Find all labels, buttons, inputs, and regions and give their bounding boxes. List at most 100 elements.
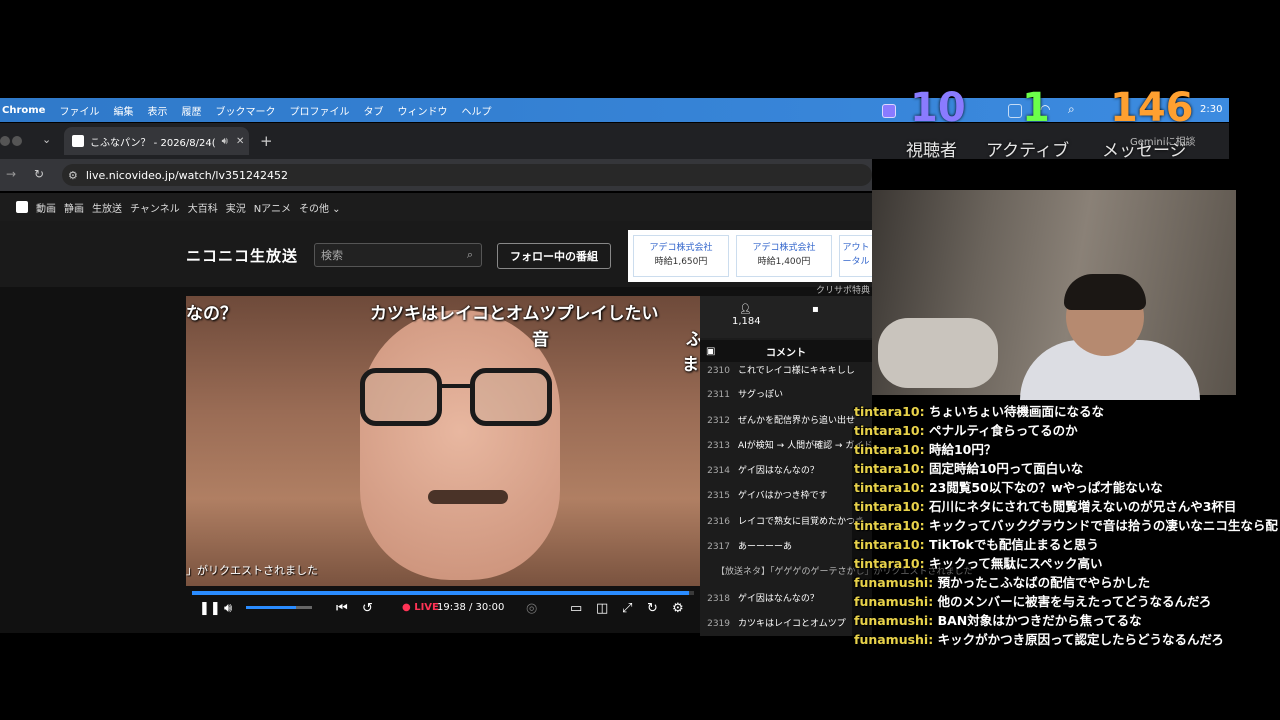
rewind-icon[interactable]: ↺	[362, 601, 373, 616]
site-info-icon[interactable]: ⚙︎	[68, 169, 78, 182]
battery-icon[interactable]	[1008, 104, 1022, 118]
active-count: 1	[1022, 85, 1050, 131]
comment-row[interactable]: 2310 これでレイコ様にキキキしし	[700, 363, 872, 376]
bookmark-item[interactable]: 動画	[36, 200, 56, 215]
comment-row[interactable]: 2316 レイコで熟女に目覚めたかつき	[700, 514, 872, 527]
search-icon[interactable]: ⌕	[467, 248, 473, 262]
ad-company: アデコ株式会社	[649, 243, 713, 253]
comment-toggle-icon[interactable]: ▭	[570, 601, 582, 616]
comment-no: 2312	[707, 416, 730, 426]
chat-message: tintara10: 時給10円？	[854, 442, 997, 457]
fullscreen-icon[interactable]: ⤢	[622, 601, 632, 616]
gemini-button[interactable]: Geminiに相談	[1130, 133, 1196, 148]
close-tab-icon[interactable]: ✕	[236, 136, 244, 147]
chat-message: tintara10: 石川にネタにされても閲覧増えないのが兄さんや3杯目	[854, 499, 1237, 514]
bookmark-item[interactable]: Nアニメ	[254, 200, 291, 215]
comment-panel-icon[interactable]: ▣	[706, 346, 715, 357]
chat-text: 時給10円？	[928, 442, 997, 457]
follow-programs-button[interactable]: フォロー中の番組	[497, 243, 611, 269]
chat-message: funamushi: 他のメンバーに被害を与えたってどうなるんだろ	[854, 594, 1212, 609]
bookmark-item[interactable]: 静画	[64, 200, 84, 215]
pause-icon[interactable]: ❚❚	[199, 601, 221, 616]
chat-text: TikTokでも配信止まると思う	[928, 537, 1099, 552]
window-control[interactable]	[0, 136, 10, 146]
chat-message: tintara10: ペナルティ食らってるのか	[854, 423, 1078, 438]
comment-no: 2315	[707, 491, 730, 501]
menu-tab[interactable]: タブ	[363, 103, 383, 118]
chat-text: 石川にネタにされても閲覧増えないのが兄さんや3杯目	[928, 499, 1237, 514]
skip-back-icon[interactable]: ⏮︎	[336, 601, 348, 616]
reload-icon[interactable]: ↻	[34, 167, 44, 181]
menu-bookmarks[interactable]: ブックマーク	[215, 103, 275, 118]
search-icon[interactable]: ⌕	[1068, 102, 1075, 117]
ad-company: アウト	[842, 243, 870, 253]
webcam-person-hair	[1064, 274, 1146, 310]
comment-row[interactable]: 2319 カツキはレイコとオムツプ	[700, 616, 872, 629]
forward-icon[interactable]: →	[6, 167, 16, 181]
comment-row[interactable]: 2312 ぜんかを配信界から追い出せ	[700, 413, 872, 426]
menu-app[interactable]: Chrome	[2, 105, 45, 116]
bookmark-item[interactable]: 大百科	[188, 200, 218, 215]
seek-bar[interactable]	[192, 591, 694, 595]
refresh-icon[interactable]: ↻	[647, 601, 658, 616]
seek-bar-fill	[192, 591, 689, 595]
url-text: live.nicovideo.jp/watch/lv351242452	[85, 168, 288, 182]
viewer-icon: 👤︎	[739, 304, 752, 315]
menu-view[interactable]: 表示	[147, 103, 167, 118]
volume-slider[interactable]	[246, 606, 312, 609]
comment-row[interactable]: 2318 ゲイ因はなんなの？	[700, 591, 872, 604]
bookmark-item[interactable]: 実況	[226, 200, 246, 215]
chat-user: tintara10	[854, 537, 920, 552]
menu-edit[interactable]: 編集	[113, 103, 133, 118]
comment-row[interactable]: 2311 サグっぽい	[700, 387, 872, 400]
chat-message: tintara10: キックってバックグラウンドで音は拾うの凄いなニコ生なら配	[854, 518, 1278, 533]
new-tab-icon[interactable]: +	[260, 132, 273, 150]
search-input[interactable]: 検索 ⌕	[314, 243, 482, 267]
menu-history[interactable]: 履歴	[181, 103, 201, 118]
live-badge[interactable]: ● LIVE	[402, 602, 439, 613]
menu-file[interactable]: ファイル	[59, 103, 99, 118]
tab-search-icon[interactable]: ⌄	[42, 133, 51, 146]
menu-window[interactable]: ウィンドウ	[397, 103, 447, 118]
comment-row[interactable]: 2315 ゲイバはかつき枠です	[700, 488, 872, 501]
chat-user: tintara10	[854, 461, 920, 476]
chat-text: BAN対象はかつきだから焦ってるな	[937, 613, 1142, 628]
settings-gear-icon[interactable]: ⚙︎	[672, 601, 684, 616]
request-message: 」がリクエストされました	[186, 564, 318, 577]
chat-message: funamushi: キックがかつき原因って認定したらどうなるんだろ	[854, 632, 1224, 647]
comment-no: 2319	[707, 619, 730, 629]
ad-card[interactable]: アデコ株式会社 時給1,650円	[633, 235, 729, 277]
address-bar[interactable]: ⚙︎ live.nicovideo.jp/watch/lv351242452	[62, 164, 872, 186]
bookmark-item[interactable]: その他 ⌄	[299, 200, 341, 215]
bookmark-item[interactable]: 生放送	[92, 200, 122, 215]
chat-text: 固定時給10円って面白いな	[928, 461, 1084, 476]
bookmarks-bar: 動画 静画 生放送 チャンネル 大百科 実況 Nアニメ その他 ⌄	[0, 193, 872, 221]
comment-stats	[700, 296, 872, 338]
menu-profile[interactable]: プロファイル	[289, 103, 349, 118]
comment-no: 2314	[707, 466, 730, 476]
volume-icon[interactable]: 🔊︎	[224, 601, 232, 616]
ad-banner: アデコ株式会社 時給1,650円 アデコ株式会社 時給1,400円 アウト ータ…	[628, 230, 872, 282]
comment-row[interactable]: 2314 ゲイ因はなんなの？	[700, 463, 872, 476]
browser-tab[interactable]: こふなパン？ - 2026/8/24( 🔊︎ ✕	[64, 127, 249, 155]
bookmark-item[interactable]: チャンネル	[130, 200, 180, 215]
niconico-icon[interactable]	[16, 201, 28, 213]
window-control[interactable]	[12, 136, 22, 146]
comment-row[interactable]: 2317 あーーーーあ	[700, 539, 872, 552]
chat-message: tintara10: 23閲覧50以下なの？wやっぱ才能ないな	[854, 480, 1163, 495]
menu-help[interactable]: ヘルプ	[461, 103, 491, 118]
speaker-icon[interactable]: 🔊︎	[222, 136, 228, 147]
comment-text: ゲイ因はなんなの？	[738, 594, 819, 604]
chat-message: funamushi: 預かったこふなばの配信でやらかした	[854, 575, 1151, 590]
site-logo[interactable]: ニコニコ生放送	[186, 245, 298, 266]
ad-card[interactable]: アデコ株式会社 時給1,400円	[736, 235, 832, 277]
time-display: 19:38 / 30:00	[437, 602, 505, 613]
screen-record-icon[interactable]	[882, 104, 896, 118]
pip-icon[interactable]: ◫	[596, 601, 608, 616]
sync-icon[interactable]: ◎	[526, 601, 537, 616]
crisapo-label[interactable]: クリサポ特典	[816, 283, 870, 296]
tab-comments[interactable]: ▣ コメント	[700, 340, 872, 362]
ad-card[interactable]: アウト ータル	[839, 235, 872, 277]
comment-row[interactable]: 2313AIが検知 → 人間が確認 → ガイドラインに違反	[700, 438, 872, 451]
comment-text: これでレイコ様にキキキしし	[738, 366, 855, 376]
